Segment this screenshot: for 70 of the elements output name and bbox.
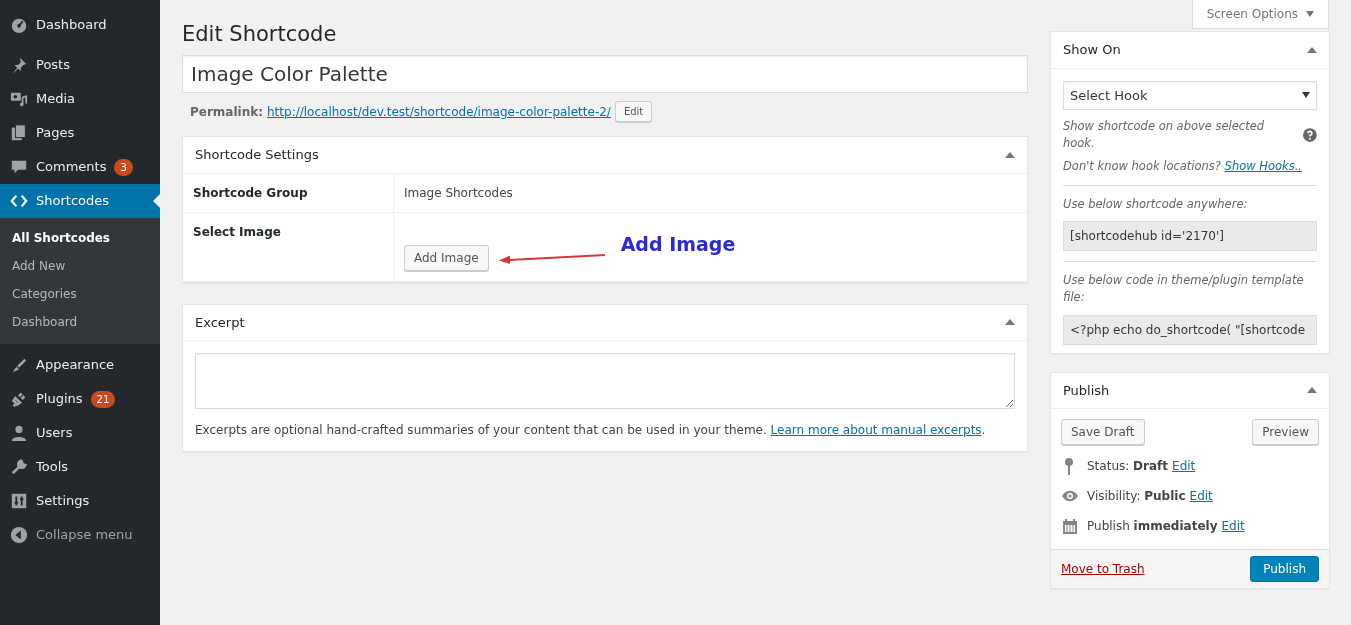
- field-label: Shortcode Group: [183, 173, 394, 212]
- edit-permalink-button[interactable]: Edit: [614, 101, 653, 123]
- box-title: Show On: [1063, 41, 1121, 60]
- annotation-text: Add Image: [620, 232, 736, 258]
- title-input[interactable]: Image Color Palette: [182, 55, 1028, 94]
- publish-setting-text: Publish immediately: [1087, 518, 1218, 536]
- shortcode-field[interactable]: <?php echo do_shortcode( "[shortcode: [1063, 314, 1317, 345]
- submenu-item[interactable]: All Shortcodes: [0, 224, 160, 252]
- sidebar-item[interactable]: Plugins 21: [0, 382, 160, 416]
- learn-more-link[interactable]: Learn more about manual excerpts: [770, 423, 982, 438]
- permalink-url[interactable]: http://localhost/dev.test/shortcode/image-color-palette-2/: [267, 102, 611, 121]
- hint-text: Show shortcode on above selected hook.: [1063, 118, 1266, 153]
- excerpt-help-text: Excerpts are optional hand-crafted summaries of your content that can be used in your theme. Learn more about manual excerpts.: [194, 422, 987, 440]
- screen-options-tab[interactable]: Screen Options: [1191, 0, 1329, 29]
- caret-icon: [1306, 11, 1314, 17]
- box-title: Shortcode Settings: [195, 146, 319, 165]
- sidebar-item[interactable]: Users: [0, 416, 160, 450]
- collapse-toggle-icon[interactable]: [1005, 151, 1015, 158]
- sidebar-item[interactable]: Dashboard: [0, 8, 160, 42]
- sidebar-item[interactable]: Comments 3: [0, 150, 160, 184]
- camera-music-icon: [10, 90, 28, 108]
- count-badge: 3: [114, 158, 133, 176]
- publish-setting-text: Visibility: Public: [1087, 488, 1186, 506]
- sidebar-item[interactable]: Pages: [0, 116, 160, 150]
- sliders-icon: [10, 492, 28, 510]
- save-draft-button[interactable]: Save Draft: [1061, 419, 1145, 446]
- shortcode-field[interactable]: [shortcodehub id='2170']: [1063, 221, 1317, 252]
- sidebar-item[interactable]: Shortcodes: [0, 184, 160, 218]
- person-icon: [10, 424, 28, 442]
- collapse-toggle-icon[interactable]: [1307, 387, 1317, 394]
- hint-text: Don't know hook locations?: [1063, 158, 1222, 173]
- plug-icon: [10, 390, 28, 408]
- edit-link[interactable]: Edit: [1172, 457, 1196, 476]
- count-badge: 21: [90, 390, 116, 408]
- sidebar-item[interactable]: Appearance: [0, 348, 160, 382]
- collapse-toggle-icon[interactable]: [1307, 46, 1317, 53]
- permalink-label: Permalink:: [190, 103, 263, 121]
- sidebar-item[interactable]: Tools: [0, 450, 160, 484]
- sidebar-item[interactable]: Posts: [0, 48, 160, 82]
- sidebar-item[interactable]: Settings: [0, 484, 160, 518]
- field-value: Image Shortcodes: [404, 184, 513, 202]
- sidebar-item[interactable]: Media: [0, 82, 160, 116]
- publish-setting-text: Status: Draft: [1087, 458, 1169, 476]
- field-label: Use below code in theme/plugin template file:: [1063, 272, 1305, 307]
- preview-button[interactable]: Preview: [1252, 419, 1319, 446]
- submenu-item[interactable]: Add New: [0, 252, 160, 280]
- submenu-item[interactable]: Categories: [0, 280, 160, 308]
- box-title: Publish: [1063, 381, 1110, 400]
- gauge-icon: [10, 16, 28, 34]
- wrench-icon: [10, 458, 28, 476]
- show-hooks-link[interactable]: Show Hooks..: [1224, 158, 1302, 173]
- pages-icon: [10, 124, 28, 142]
- hook-select[interactable]: Select Hook: [1063, 80, 1317, 111]
- field-label: Use below shortcode anywhere:: [1063, 195, 1249, 213]
- field-label: Select Image: [183, 212, 394, 281]
- paintbrush-icon: [10, 356, 28, 374]
- collapse-menu-button[interactable]: Collapse menu: [0, 518, 160, 552]
- edit-link[interactable]: Edit: [1221, 517, 1245, 536]
- calendar-icon: [1061, 517, 1079, 536]
- collapse-toggle-icon[interactable]: [1005, 319, 1015, 326]
- box-title: Excerpt: [195, 313, 245, 332]
- page-heading: Edit Shortcode: [182, 22, 337, 48]
- submenu-item[interactable]: Dashboard: [0, 308, 160, 336]
- add-image-button[interactable]: Add Image: [404, 244, 489, 271]
- publish-button[interactable]: Publish: [1250, 556, 1319, 583]
- help-icon: [1303, 128, 1317, 143]
- code-brackets-icon: [10, 192, 28, 210]
- move-to-trash-link[interactable]: Move to Trash: [1061, 560, 1145, 579]
- edit-link[interactable]: Edit: [1189, 487, 1213, 506]
- dropdown-caret-icon: [1302, 92, 1310, 99]
